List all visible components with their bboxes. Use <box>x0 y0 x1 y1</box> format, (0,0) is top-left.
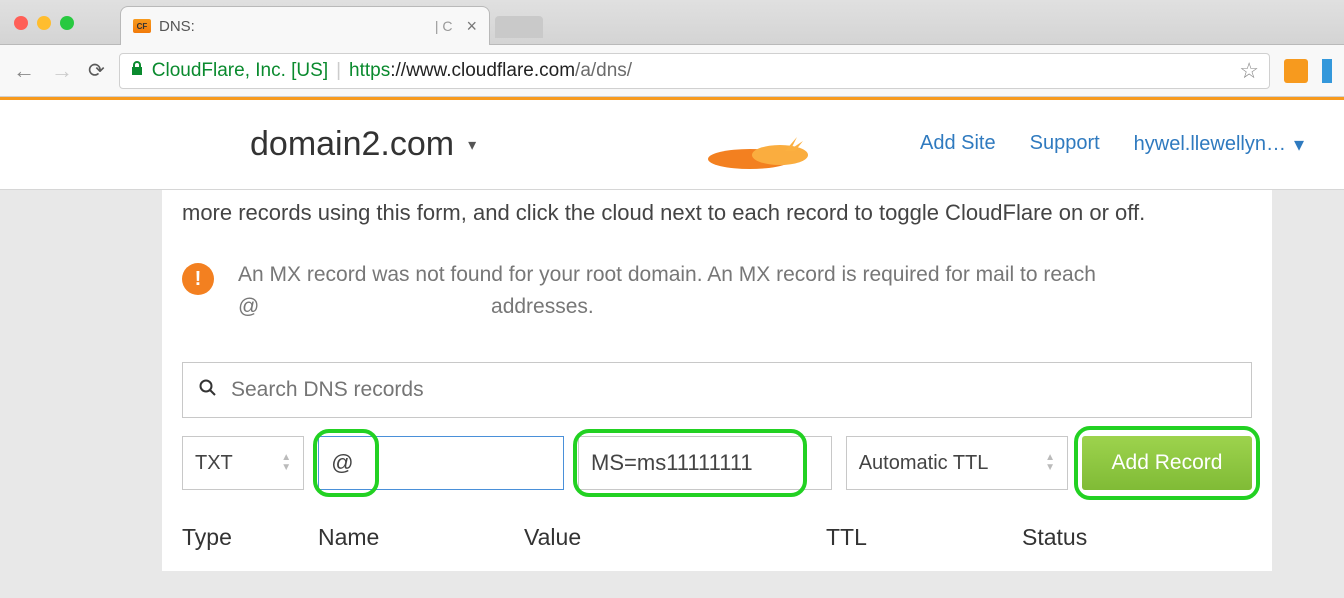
back-button[interactable]: ← <box>12 58 36 84</box>
add-site-link[interactable]: Add Site <box>920 132 996 157</box>
record-name-input[interactable] <box>331 450 551 476</box>
caret-down-icon: ▾ <box>1294 132 1304 157</box>
tab-title: DNS: <box>159 18 427 35</box>
record-name-input-wrap <box>318 436 564 490</box>
column-header-status: Status <box>1022 524 1252 551</box>
add-record-button-wrap: Add Record <box>1082 436 1252 490</box>
warning-text: An MX record was not found for your root… <box>238 259 1096 322</box>
loading-spinner-icon: | C <box>435 18 453 34</box>
record-type-value: TXT <box>195 452 233 475</box>
cloudflare-favicon-icon <box>133 19 151 33</box>
caret-down-icon: ▾ <box>468 135 476 155</box>
browser-tab[interactable]: DNS: | C × <box>120 6 490 45</box>
add-record-row: TXT ▲▼ Automatic TTL ▲▼ Add Record <box>182 436 1252 490</box>
browser-chrome: DNS: | C × <box>0 0 1344 45</box>
mx-warning: ! An MX record was not found for your ro… <box>182 253 1252 362</box>
search-icon <box>199 379 217 402</box>
dns-card: more records using this form, and click … <box>162 190 1272 571</box>
lock-icon <box>130 60 144 81</box>
record-value-input-wrap <box>578 436 832 490</box>
dns-table-header: Type Name Value TTL Status <box>182 524 1252 551</box>
content-area: more records using this form, and click … <box>0 190 1344 571</box>
close-tab-button[interactable]: × <box>466 17 477 35</box>
add-record-button[interactable]: Add Record <box>1082 436 1252 490</box>
close-window-button[interactable] <box>14 16 28 30</box>
domain-selector[interactable]: domain2.com ▾ <box>250 125 476 164</box>
cloudflare-header: domain2.com ▾ Add Site Support hywel.lle… <box>0 100 1344 190</box>
search-input[interactable] <box>231 378 1235 402</box>
column-header-type: Type <box>182 524 318 551</box>
record-type-select[interactable]: TXT ▲▼ <box>182 436 304 490</box>
support-link[interactable]: Support <box>1030 132 1100 157</box>
browser-toolbar: ← → ⟳ CloudFlare, Inc. [US] | https://ww… <box>0 45 1344 97</box>
extension-icon-2[interactable] <box>1322 59 1332 83</box>
window-controls <box>14 16 74 30</box>
stepper-icon: ▲▼ <box>1045 453 1055 473</box>
column-header-name: Name <box>318 524 524 551</box>
warning-icon: ! <box>182 263 214 295</box>
stepper-icon: ▲▼ <box>281 453 291 473</box>
column-header-ttl: TTL <box>826 524 1022 551</box>
header-nav: Add Site Support hywel.llewellyn… ▾ <box>920 132 1304 157</box>
maximize-window-button[interactable] <box>60 16 74 30</box>
ttl-select[interactable]: Automatic TTL ▲▼ <box>846 436 1068 490</box>
column-header-value: Value <box>524 524 826 551</box>
record-value-input[interactable] <box>591 450 819 476</box>
user-name: hywel.llewellyn… <box>1134 133 1286 156</box>
ev-cert-name: CloudFlare, Inc. [US] <box>152 60 328 82</box>
bookmark-star-icon[interactable]: ☆ <box>1239 58 1259 84</box>
user-menu[interactable]: hywel.llewellyn… ▾ <box>1134 132 1304 157</box>
minimize-window-button[interactable] <box>37 16 51 30</box>
forward-button[interactable]: → <box>50 58 74 84</box>
search-box[interactable] <box>182 362 1252 418</box>
cloudflare-logo-icon <box>705 121 815 169</box>
ttl-value: Automatic TTL <box>859 452 989 475</box>
domain-name: domain2.com <box>250 125 454 164</box>
intro-text: more records using this form, and click … <box>182 190 1252 253</box>
address-bar[interactable]: CloudFlare, Inc. [US] | https://www.clou… <box>119 53 1270 89</box>
extension-icon[interactable] <box>1284 59 1308 83</box>
url-text: https://www.cloudflare.com/a/dns/ <box>349 60 632 82</box>
new-tab-button[interactable] <box>495 16 543 38</box>
reload-button[interactable]: ⟳ <box>88 58 105 83</box>
